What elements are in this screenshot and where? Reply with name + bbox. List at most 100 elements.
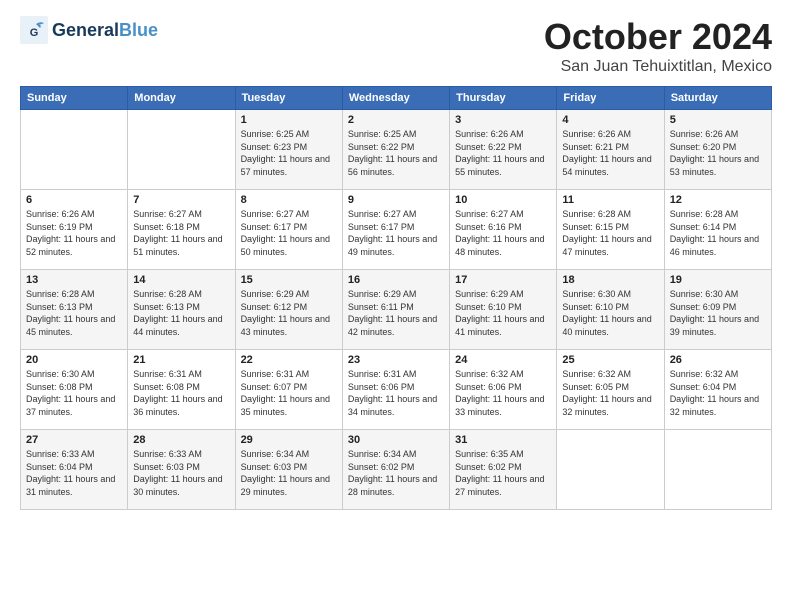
calendar-week-1: 1 Sunrise: 6:25 AMSunset: 6:23 PMDaylight… <box>21 110 772 190</box>
day-info: Sunrise: 6:25 AMSunset: 6:22 PMDaylight:… <box>348 128 444 178</box>
calendar-cell: 26 Sunrise: 6:32 AMSunset: 6:04 PMDayligh… <box>664 350 771 430</box>
day-info: Sunrise: 6:30 AMSunset: 6:09 PMDaylight:… <box>670 288 766 338</box>
day-number: 12 <box>670 194 766 206</box>
day-number: 4 <box>562 114 658 126</box>
day-number: 6 <box>26 194 122 206</box>
day-info: Sunrise: 6:29 AMSunset: 6:10 PMDaylight:… <box>455 288 551 338</box>
column-header-tuesday: Tuesday <box>235 87 342 110</box>
day-info: Sunrise: 6:27 AMSunset: 6:18 PMDaylight:… <box>133 208 229 258</box>
day-number: 15 <box>241 274 337 286</box>
calendar-cell: 6 Sunrise: 6:26 AMSunset: 6:19 PMDaylight… <box>21 190 128 270</box>
day-number: 10 <box>455 194 551 206</box>
day-number: 29 <box>241 434 337 446</box>
calendar-cell: 21 Sunrise: 6:31 AMSunset: 6:08 PMDayligh… <box>128 350 235 430</box>
day-info: Sunrise: 6:26 AMSunset: 6:20 PMDaylight:… <box>670 128 766 178</box>
day-info: Sunrise: 6:29 AMSunset: 6:12 PMDaylight:… <box>241 288 337 338</box>
calendar-cell: 2 Sunrise: 6:25 AMSunset: 6:22 PMDaylight… <box>342 110 449 190</box>
calendar-cell: 3Sunrise: 6:26 AMSunset: 6:22 PMDaylight… <box>450 110 557 190</box>
day-info: Sunrise: 6:30 AMSunset: 6:10 PMDaylight:… <box>562 288 658 338</box>
logo-icon: G <box>20 16 48 44</box>
day-info: Sunrise: 6:32 AMSunset: 6:04 PMDaylight:… <box>670 368 766 418</box>
calendar-cell: 27Sunrise: 6:33 AMSunset: 6:04 PMDayligh… <box>21 430 128 510</box>
calendar-cell: 28 Sunrise: 6:33 AMSunset: 6:03 PMDayligh… <box>128 430 235 510</box>
day-number: 7 <box>133 194 229 206</box>
calendar-cell: 5Sunrise: 6:26 AMSunset: 6:20 PMDaylight… <box>664 110 771 190</box>
calendar-cell: 18 Sunrise: 6:30 AMSunset: 6:10 PMDayligh… <box>557 270 664 350</box>
day-info: Sunrise: 6:34 AMSunset: 6:02 PMDaylight:… <box>348 448 444 498</box>
day-number: 31 <box>455 434 551 446</box>
calendar-cell <box>128 110 235 190</box>
day-info: Sunrise: 6:27 AMSunset: 6:16 PMDaylight:… <box>455 208 551 258</box>
day-number: 18 <box>562 274 658 286</box>
calendar-week-3: 13Sunrise: 6:28 AMSunset: 6:13 PMDayligh… <box>21 270 772 350</box>
day-info: Sunrise: 6:25 AMSunset: 6:23 PMDaylight:… <box>241 128 337 178</box>
calendar-cell: 17 Sunrise: 6:29 AMSunset: 6:10 PMDayligh… <box>450 270 557 350</box>
day-number: 26 <box>670 354 766 366</box>
day-number: 9 <box>348 194 444 206</box>
calendar-cell: 8 Sunrise: 6:27 AMSunset: 6:17 PMDaylight… <box>235 190 342 270</box>
day-number: 8 <box>241 194 337 206</box>
day-number: 19 <box>670 274 766 286</box>
day-info: Sunrise: 6:33 AMSunset: 6:03 PMDaylight:… <box>133 448 229 498</box>
calendar-cell: 10 Sunrise: 6:27 AMSunset: 6:16 PMDayligh… <box>450 190 557 270</box>
day-info: Sunrise: 6:30 AMSunset: 6:08 PMDaylight:… <box>26 368 122 418</box>
calendar-cell: 14Sunrise: 6:28 AMSunset: 6:13 PMDayligh… <box>128 270 235 350</box>
calendar-cell: 7 Sunrise: 6:27 AMSunset: 6:18 PMDaylight… <box>128 190 235 270</box>
day-info: Sunrise: 6:28 AMSunset: 6:14 PMDaylight:… <box>670 208 766 258</box>
day-number: 22 <box>241 354 337 366</box>
calendar-cell: 22 Sunrise: 6:31 AMSunset: 6:07 PMDayligh… <box>235 350 342 430</box>
column-header-sunday: Sunday <box>21 87 128 110</box>
day-number: 16 <box>348 274 444 286</box>
location-title: San Juan Tehuixtitlan, Mexico <box>544 58 772 76</box>
day-info: Sunrise: 6:26 AMSunset: 6:19 PMDaylight:… <box>26 208 122 258</box>
calendar-cell: 19 Sunrise: 6:30 AMSunset: 6:09 PMDayligh… <box>664 270 771 350</box>
day-info: Sunrise: 6:35 AMSunset: 6:02 PMDaylight:… <box>455 448 551 498</box>
calendar-cell: 15 Sunrise: 6:29 AMSunset: 6:12 PMDayligh… <box>235 270 342 350</box>
day-info: Sunrise: 6:32 AMSunset: 6:06 PMDaylight:… <box>455 368 551 418</box>
day-info: Sunrise: 6:27 AMSunset: 6:17 PMDaylight:… <box>348 208 444 258</box>
day-number: 23 <box>348 354 444 366</box>
day-number: 17 <box>455 274 551 286</box>
header: G General Blue October 2024 San Juan Teh… <box>20 16 772 76</box>
calendar-cell: 9 Sunrise: 6:27 AMSunset: 6:17 PMDaylight… <box>342 190 449 270</box>
calendar-cell: 11Sunrise: 6:28 AMSunset: 6:15 PMDayligh… <box>557 190 664 270</box>
day-info: Sunrise: 6:33 AMSunset: 6:04 PMDaylight:… <box>26 448 122 498</box>
day-number: 2 <box>348 114 444 126</box>
month-title: October 2024 <box>544 16 772 58</box>
day-number: 21 <box>133 354 229 366</box>
calendar-cell: 1 Sunrise: 6:25 AMSunset: 6:23 PMDaylight… <box>235 110 342 190</box>
title-block: October 2024 San Juan Tehuixtitlan, Mexi… <box>544 16 772 76</box>
day-info: Sunrise: 6:31 AMSunset: 6:08 PMDaylight:… <box>133 368 229 418</box>
calendar-cell: 12 Sunrise: 6:28 AMSunset: 6:14 PMDayligh… <box>664 190 771 270</box>
calendar-cell <box>664 430 771 510</box>
day-info: Sunrise: 6:32 AMSunset: 6:05 PMDaylight:… <box>562 368 658 418</box>
day-info: Sunrise: 6:26 AMSunset: 6:21 PMDaylight:… <box>562 128 658 178</box>
day-info: Sunrise: 6:29 AMSunset: 6:11 PMDaylight:… <box>348 288 444 338</box>
calendar-week-5: 27Sunrise: 6:33 AMSunset: 6:04 PMDayligh… <box>21 430 772 510</box>
day-number: 25 <box>562 354 658 366</box>
day-info: Sunrise: 6:26 AMSunset: 6:22 PMDaylight:… <box>455 128 551 178</box>
day-info: Sunrise: 6:28 AMSunset: 6:13 PMDaylight:… <box>133 288 229 338</box>
day-info: Sunrise: 6:34 AMSunset: 6:03 PMDaylight:… <box>241 448 337 498</box>
calendar-header-row: SundayMondayTuesdayWednesdayThursdayFrid… <box>21 87 772 110</box>
day-number: 28 <box>133 434 229 446</box>
calendar-cell <box>557 430 664 510</box>
svg-text:G: G <box>30 27 39 39</box>
day-number: 20 <box>26 354 122 366</box>
calendar-cell: 29 Sunrise: 6:34 AMSunset: 6:03 PMDayligh… <box>235 430 342 510</box>
calendar-cell: 4 Sunrise: 6:26 AMSunset: 6:21 PMDaylight… <box>557 110 664 190</box>
column-header-saturday: Saturday <box>664 87 771 110</box>
day-info: Sunrise: 6:31 AMSunset: 6:07 PMDaylight:… <box>241 368 337 418</box>
calendar-week-4: 20 Sunrise: 6:30 AMSunset: 6:08 PMDayligh… <box>21 350 772 430</box>
column-header-friday: Friday <box>557 87 664 110</box>
calendar-cell: 16 Sunrise: 6:29 AMSunset: 6:11 PMDayligh… <box>342 270 449 350</box>
day-number: 30 <box>348 434 444 446</box>
day-info: Sunrise: 6:28 AMSunset: 6:13 PMDaylight:… <box>26 288 122 338</box>
column-header-monday: Monday <box>128 87 235 110</box>
calendar-cell: 24Sunrise: 6:32 AMSunset: 6:06 PMDayligh… <box>450 350 557 430</box>
logo: G General Blue <box>20 16 158 44</box>
day-info: Sunrise: 6:27 AMSunset: 6:17 PMDaylight:… <box>241 208 337 258</box>
calendar-week-2: 6 Sunrise: 6:26 AMSunset: 6:19 PMDaylight… <box>21 190 772 270</box>
day-number: 1 <box>241 114 337 126</box>
calendar-cell: 23Sunrise: 6:31 AMSunset: 6:06 PMDayligh… <box>342 350 449 430</box>
